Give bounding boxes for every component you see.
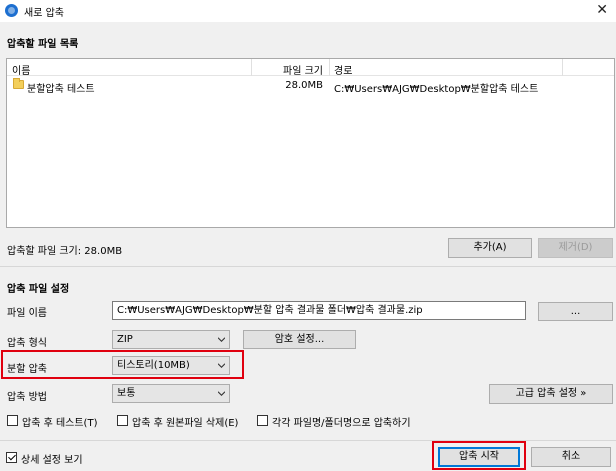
settings-title: 압축 파일 설정: [7, 284, 70, 295]
filename-label: 파일 이름: [7, 308, 47, 319]
format-label: 압축 형식: [7, 338, 47, 349]
add-button[interactable]: 추가(A): [448, 238, 532, 258]
app-icon: [5, 4, 18, 17]
checkbox-label: 압축 후 테스트(T): [22, 418, 98, 429]
split-value: 티스토리(10MB): [117, 360, 190, 371]
checkbox-box[interactable]: [6, 452, 17, 463]
filename-input[interactable]: C:₩Users₩AJG₩Desktop₩분할 압축 결과물 폴더₩압축 결과물…: [112, 301, 526, 320]
file-name: 분할압축 테스트: [27, 84, 95, 95]
test-after-checkbox[interactable]: 압축 후 테스트(T): [7, 414, 112, 429]
chevron-down-icon: [218, 391, 225, 397]
file-path: C:₩Users₩AJG₩Desktop₩분할압축 테스트: [334, 84, 539, 95]
cancel-button[interactable]: 취소: [531, 447, 611, 467]
method-value: 보통: [117, 388, 136, 399]
separate-archives-checkbox[interactable]: 각각 파일명/폴더명으로 압축하기: [257, 414, 437, 429]
file-list-header: 이름 파일 크기 경로: [7, 59, 614, 77]
checkbox-box[interactable]: [117, 415, 128, 426]
folder-icon: [13, 78, 24, 89]
column-divider[interactable]: [562, 59, 563, 76]
advanced-settings-button[interactable]: 고급 압축 설정 »: [489, 384, 613, 404]
checkbox-box[interactable]: [257, 415, 268, 426]
column-path[interactable]: 경로: [334, 62, 352, 77]
window-title: 새로 압축: [24, 8, 64, 19]
column-name[interactable]: 이름: [12, 62, 30, 77]
browse-button[interactable]: ...: [538, 302, 613, 321]
split-label: 분할 압축: [7, 364, 47, 375]
close-icon[interactable]: ✕: [596, 1, 608, 19]
column-divider[interactable]: [329, 59, 330, 76]
checkbox-label: 상세 설정 보기: [21, 455, 83, 466]
remove-button[interactable]: 제거(D): [538, 238, 613, 258]
checkbox-label: 압축 후 원본파일 삭제(E): [132, 418, 239, 429]
divider: [0, 266, 616, 267]
method-label: 압축 방법: [7, 392, 47, 403]
method-select[interactable]: 보통: [112, 384, 230, 403]
password-button[interactable]: 암호 설정...: [243, 330, 356, 349]
column-divider[interactable]: [251, 59, 252, 76]
checkbox-box[interactable]: [7, 415, 18, 426]
file-size: 28.0MB: [285, 80, 323, 91]
chevron-down-icon: [218, 363, 225, 369]
show-details-checkbox[interactable]: 상세 설정 보기: [6, 451, 96, 466]
split-select[interactable]: 티스토리(10MB): [112, 356, 230, 375]
chevron-down-icon: [218, 337, 225, 343]
start-compress-button[interactable]: 압축 시작: [438, 447, 520, 467]
list-item[interactable]: 분할압축 테스트 28.0MB C:₩Users₩AJG₩Desktop₩분할압…: [7, 78, 614, 95]
checkbox-label: 각각 파일명/폴더명으로 압축하기: [272, 418, 411, 429]
delete-original-checkbox[interactable]: 압축 후 원본파일 삭제(E): [117, 414, 252, 429]
format-value: ZIP: [117, 334, 133, 345]
file-list-title: 압축할 파일 목록: [7, 39, 79, 50]
format-select[interactable]: ZIP: [112, 330, 230, 349]
total-size-text: 압축할 파일 크기: 28.0MB: [7, 246, 123, 257]
file-list[interactable]: 이름 파일 크기 경로 분할압축 테스트 28.0MB C:₩Users₩AJG…: [6, 58, 615, 228]
title-bar: 새로 압축 ✕: [0, 0, 616, 22]
column-size[interactable]: 파일 크기: [283, 62, 323, 77]
